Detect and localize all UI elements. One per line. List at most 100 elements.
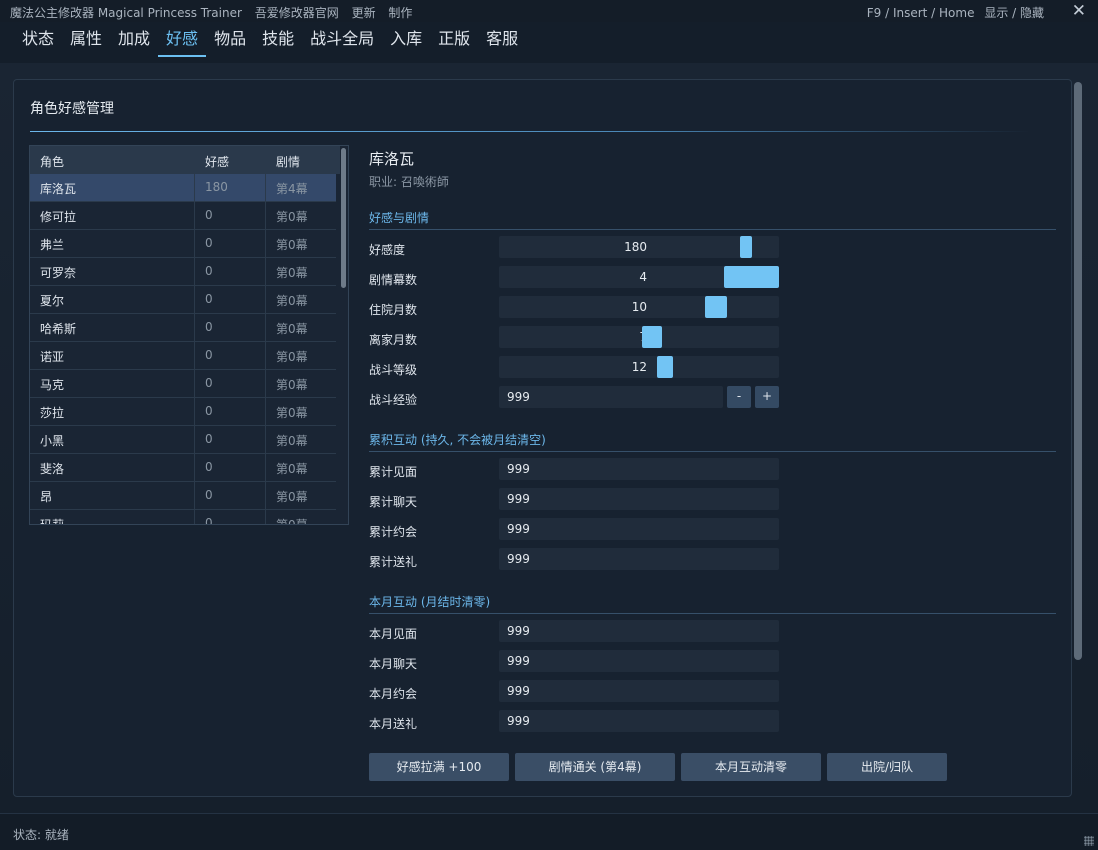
row-name: 斐洛 [40, 462, 65, 476]
table-row[interactable]: 可罗奈 0 第0幕 [30, 258, 336, 286]
title-bar: 魔法公主修改器 Magical Princess Trainer 吾爱修改器官网… [0, 0, 1098, 22]
tab-bonus[interactable]: 加成 [110, 27, 158, 57]
table-row[interactable]: 莎拉 0 第0幕 [30, 398, 336, 426]
column-divider [194, 426, 195, 454]
table-row[interactable]: 夏尔 0 第0幕 [30, 286, 336, 314]
field-label: 累计见面 [369, 465, 418, 479]
column-divider [265, 230, 266, 258]
exp-increment-button[interactable]: + [755, 386, 779, 408]
slider-label: 住院月数 [369, 303, 418, 317]
tab-skills[interactable]: 技能 [254, 27, 302, 57]
row-name: 库洛瓦 [40, 182, 77, 196]
row-affection: 0 [205, 376, 213, 390]
column-divider [265, 510, 266, 524]
table-row[interactable]: 斐洛 0 第0幕 [30, 454, 336, 482]
tab-items[interactable]: 物品 [206, 27, 254, 57]
value-slider[interactable]: 12 [499, 356, 779, 378]
number-input[interactable]: 999 [499, 458, 779, 480]
section-affection-story-title: 好感与剧情 [369, 211, 430, 225]
column-divider [194, 314, 195, 342]
header-name[interactable]: 角色 [40, 153, 64, 170]
table-row[interactable]: 昂 0 第0幕 [30, 482, 336, 510]
update-link[interactable]: 更新 [352, 6, 376, 20]
panel-title: 角色好感管理 [30, 101, 114, 117]
row-name: 玛莉 [40, 518, 65, 525]
credits-link[interactable]: 制作 [388, 6, 412, 20]
table-row[interactable]: 修可拉 0 第0幕 [30, 202, 336, 230]
table-row[interactable]: 哈希斯 0 第0幕 [30, 314, 336, 342]
number-input[interactable]: 999 [499, 620, 779, 642]
table-row[interactable]: 玛莉 0 第0幕 [30, 510, 336, 525]
close-icon[interactable]: ✕ [1072, 1, 1086, 21]
table-row[interactable]: 小黑 0 第0幕 [30, 426, 336, 454]
slider-value: 180 [624, 240, 647, 254]
tab-storage[interactable]: 入库 [382, 27, 430, 57]
table-row[interactable]: 马克 0 第0幕 [30, 370, 336, 398]
number-input[interactable]: 999 [499, 488, 779, 510]
input-value: 999 [507, 522, 530, 536]
column-divider [194, 230, 195, 258]
reset-monthly-button[interactable]: 本月互动清零 [681, 753, 821, 781]
field-label: 本月聊天 [369, 657, 418, 671]
character-table: 角色 好感 剧情 库洛瓦 180 第4幕 修可拉 0 第0幕 弗兰 0 第0幕 可罗奈 0 第0幕 夏尔… [29, 145, 349, 525]
value-slider[interactable]: 180 [499, 236, 779, 258]
row-story: 第0幕 [276, 238, 308, 252]
tab-affection[interactable]: 好感 [158, 27, 207, 57]
resize-grip-icon[interactable] [1084, 836, 1094, 846]
official-site-link[interactable]: 吾爱修改器官网 [255, 6, 339, 20]
tab-status[interactable]: 状态 [14, 27, 62, 57]
row-name: 小黑 [40, 434, 65, 448]
slider-handle[interactable] [657, 356, 673, 378]
tab-battle-global[interactable]: 战斗全局 [302, 27, 382, 57]
column-divider [194, 202, 195, 230]
exp-value: 999 [507, 390, 530, 404]
tab-support[interactable]: 客服 [478, 27, 526, 57]
status-bar: 状态: 就绪 [0, 813, 1098, 850]
header-affection[interactable]: 好感 [205, 153, 229, 170]
slider-handle[interactable] [705, 296, 727, 318]
row-affection: 0 [205, 320, 213, 334]
exp-input[interactable]: 999 [499, 386, 723, 408]
column-divider [265, 202, 266, 230]
table-row[interactable]: 诺亚 0 第0幕 [30, 342, 336, 370]
slider-handle[interactable] [642, 326, 662, 348]
slider-label: 战斗等级 [369, 363, 418, 377]
row-name: 弗兰 [40, 238, 65, 252]
tab-attributes[interactable]: 属性 [62, 27, 110, 57]
table-row[interactable]: 库洛瓦 180 第4幕 [30, 174, 336, 202]
value-slider[interactable]: 4 [499, 266, 779, 288]
slider-value: 12 [631, 360, 647, 374]
table-body: 库洛瓦 180 第4幕 修可拉 0 第0幕 弗兰 0 第0幕 可罗奈 0 第0幕 夏尔 0 第0幕 哈希斯 0 第… [30, 174, 340, 525]
section-divider [369, 229, 1056, 230]
column-divider [265, 454, 266, 482]
row-name: 诺亚 [40, 350, 65, 364]
row-name: 可罗奈 [40, 266, 77, 280]
section-divider [369, 613, 1056, 614]
section-divider [369, 451, 1056, 452]
complete-story-button[interactable]: 剧情通关 (第4幕) [515, 753, 675, 781]
number-input[interactable]: 999 [499, 650, 779, 672]
tab-genuine[interactable]: 正版 [430, 27, 478, 57]
page-scrollbar[interactable] [1074, 82, 1082, 660]
column-divider [194, 482, 195, 510]
discharge-return-button[interactable]: 出院/归队 [827, 753, 947, 781]
header-story[interactable]: 剧情 [276, 153, 300, 170]
number-input[interactable]: 999 [499, 548, 779, 570]
table-row[interactable]: 弗兰 0 第0幕 [30, 230, 336, 258]
value-slider[interactable]: 10 [499, 296, 779, 318]
number-input[interactable]: 999 [499, 518, 779, 540]
number-input[interactable]: 999 [499, 680, 779, 702]
table-scrollbar[interactable] [341, 148, 346, 288]
row-affection: 0 [205, 432, 213, 446]
number-input[interactable]: 999 [499, 710, 779, 732]
exp-decrement-button[interactable]: - [727, 386, 751, 408]
value-slider[interactable]: 7 [499, 326, 779, 348]
hotkey-hint: F9 / Insert / Home [866, 6, 975, 20]
column-divider [265, 426, 266, 454]
column-divider [194, 342, 195, 370]
slider-handle[interactable] [740, 236, 752, 258]
show-hide-toggle[interactable]: 显示 / 隐藏 [984, 6, 1044, 20]
max-affection-button[interactable]: 好感拉满 +100 [369, 753, 509, 781]
slider-handle[interactable] [724, 266, 779, 288]
row-affection: 0 [205, 516, 213, 525]
